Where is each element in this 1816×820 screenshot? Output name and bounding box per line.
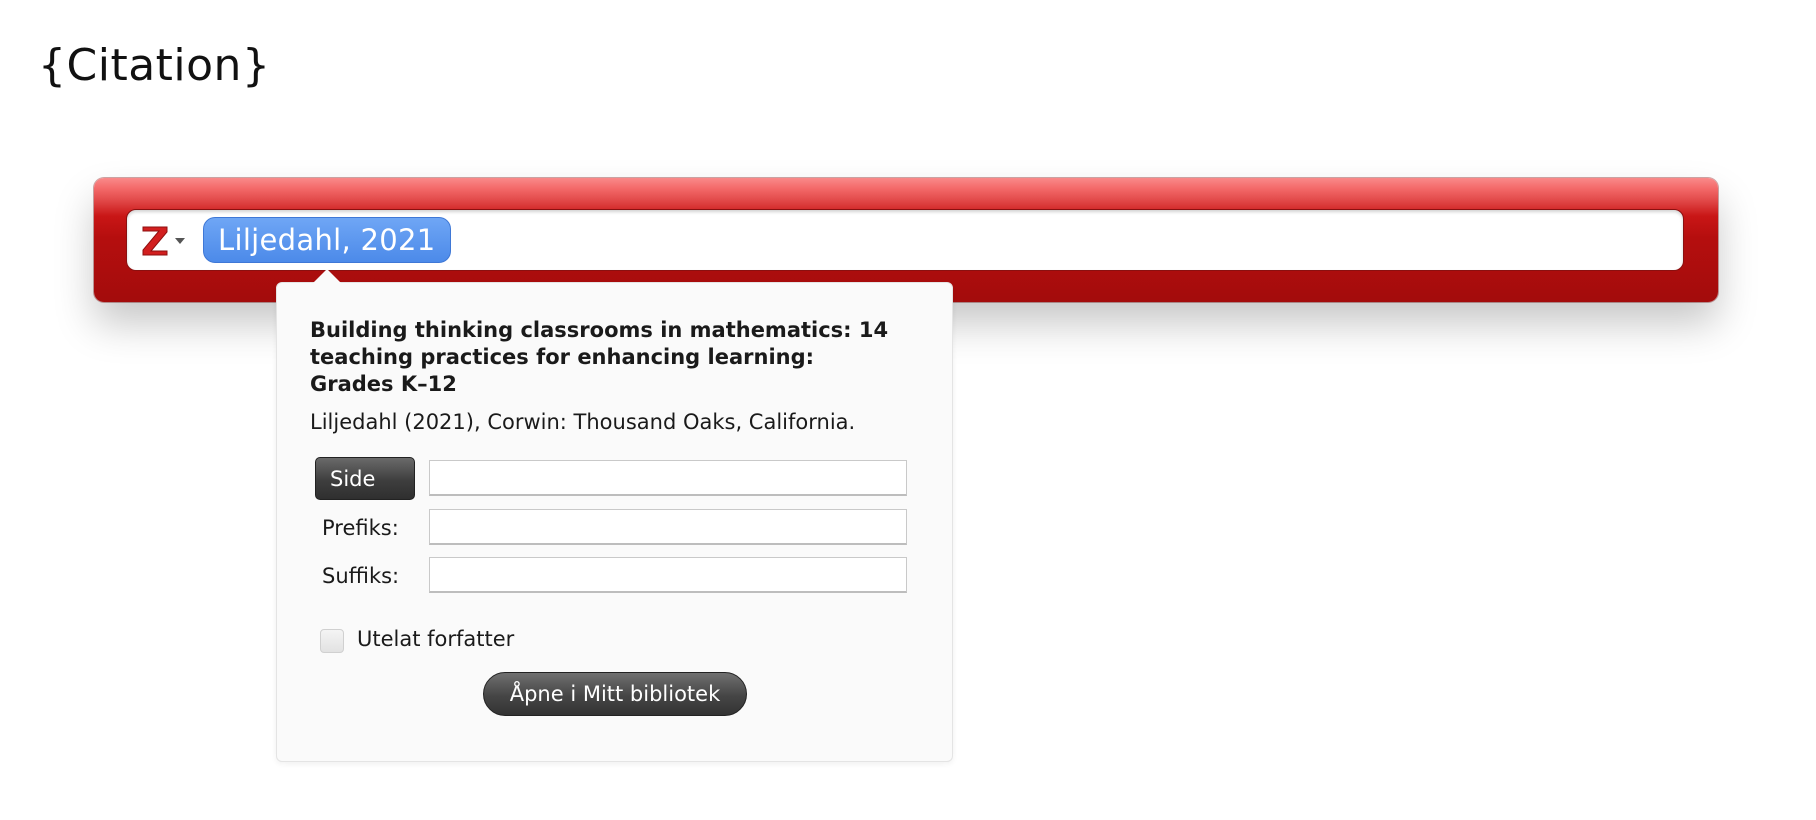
suffix-input[interactable] <box>429 557 907 593</box>
zotero-menu-button[interactable] <box>141 224 191 258</box>
item-title: Building thinking classrooms in mathemat… <box>310 318 889 396</box>
citation-search-field[interactable]: Liljedahl, 2021 <box>126 209 1684 271</box>
prefix-label: Prefiks: <box>322 516 399 540</box>
citation-properties-panel: Building thinking classrooms in mathemat… <box>276 269 953 762</box>
document-citation-field: {Citation} <box>38 40 271 91</box>
zotero-z-icon <box>141 224 169 260</box>
prefix-input[interactable] <box>429 509 907 545</box>
omit-author-checkbox[interactable] <box>320 629 344 653</box>
panel-pointer <box>313 269 341 283</box>
chevron-down-icon <box>175 238 185 244</box>
omit-author-label: Utelat forfatter <box>357 627 515 651</box>
suffix-label: Suffiks: <box>322 564 400 588</box>
page: {Citation} Liljedahl, 2021 Building thin… <box>0 0 1816 820</box>
locator-input[interactable] <box>429 460 907 496</box>
item-metadata: Liljedahl (2021), Corwin: Thousand Oaks,… <box>310 410 856 434</box>
open-in-library-button[interactable]: Åpne i Mitt bibliotek <box>483 672 747 716</box>
locator-type-button[interactable]: Side <box>315 457 415 500</box>
citation-bubble[interactable]: Liljedahl, 2021 <box>203 217 451 263</box>
